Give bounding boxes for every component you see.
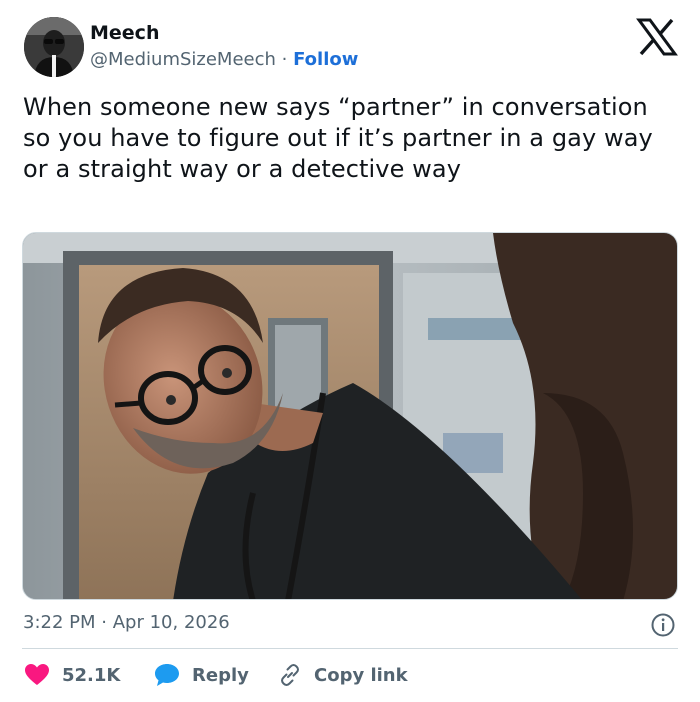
- tweet-text: When someone new says “partner” in conve…: [23, 93, 653, 183]
- tweet-date: Apr 10, 2026: [112, 612, 230, 633]
- link-icon: [281, 664, 299, 686]
- avatar[interactable]: [24, 17, 84, 77]
- tweet-media[interactable]: [22, 232, 678, 600]
- info-icon[interactable]: [650, 612, 676, 638]
- tweet-time: 3:22 PM: [23, 612, 96, 633]
- date-separator: ·: [101, 612, 107, 633]
- heart-icon: [25, 664, 49, 685]
- reply-button[interactable]: Reply: [154, 660, 249, 690]
- avatar-image: [24, 17, 84, 77]
- handle-separator: ·: [281, 49, 288, 70]
- author-name[interactable]: Meech: [90, 22, 159, 44]
- tweet-timestamp[interactable]: 3:22 PM · Apr 10, 2026: [23, 612, 230, 633]
- x-logo-icon[interactable]: [636, 18, 678, 56]
- copy-link-button[interactable]: Copy link: [278, 660, 408, 690]
- speech-bubble-icon: [155, 664, 179, 686]
- copy-link-label: Copy link: [314, 664, 408, 686]
- reply-label: Reply: [192, 664, 249, 686]
- media-photo: [23, 233, 677, 599]
- author-line: @MediumSizeMeech · Follow: [90, 49, 358, 70]
- like-count: 52.1K: [62, 664, 121, 686]
- author-handle[interactable]: @MediumSizeMeech: [90, 49, 276, 70]
- like-button[interactable]: 52.1K: [24, 660, 120, 690]
- follow-button[interactable]: Follow: [293, 49, 358, 70]
- divider: [22, 648, 678, 649]
